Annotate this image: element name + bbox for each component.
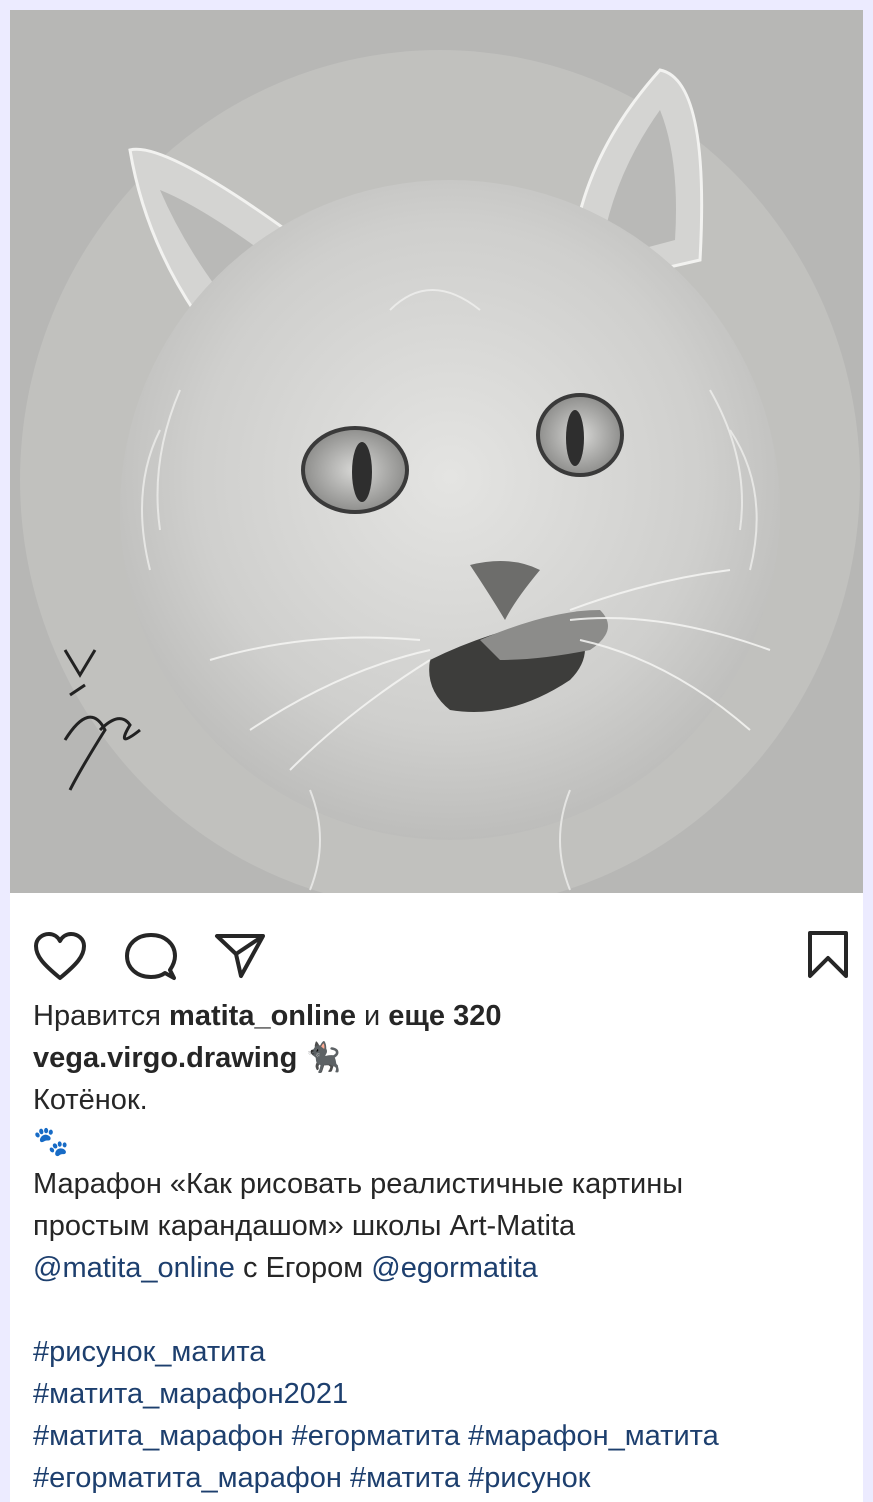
post-card: Нравится matita_online и еще 320 vega.vi…: [10, 10, 863, 1502]
mention-link[interactable]: @egormatita: [371, 1252, 537, 1284]
cat-emoji: 🐈‍⬛: [305, 1042, 342, 1074]
caption-line-1: Марафон «Как рисовать реалистичные карти…: [33, 1168, 684, 1200]
likes-summary: Нравится matita_online и еще 320: [33, 995, 853, 1037]
likes-prefix: Нравится: [33, 1000, 161, 1032]
likes-count-link[interactable]: еще 320: [388, 1000, 501, 1032]
hashtag-link[interactable]: #рисунок_матита: [33, 1336, 265, 1368]
caption-line-2: простым карандашом» школы Art-Matita: [33, 1210, 576, 1242]
hashtag-link[interactable]: #марафон_матита: [468, 1420, 719, 1452]
post-image[interactable]: [10, 10, 863, 893]
caption-title: Котёнок.: [33, 1084, 148, 1116]
bookmark-icon[interactable]: [806, 930, 850, 980]
caption-mentions: @matita_online с Егором @egormatita: [33, 1247, 853, 1289]
hashtag-link[interactable]: #матита: [350, 1462, 460, 1494]
hashtag-line: #матита_марафон #егорматита #марафон_мат…: [33, 1415, 853, 1457]
hashtag-line: #рисунок_матита: [33, 1331, 853, 1373]
post-caption-area: Нравится matita_online и еще 320 vega.vi…: [33, 995, 853, 1499]
hashtag-link[interactable]: #егорматита: [292, 1420, 460, 1452]
hashtag-link[interactable]: #матита_марафон: [33, 1420, 284, 1452]
liked-by-user-link[interactable]: matita_online: [169, 1000, 356, 1032]
hashtag-line: #егорматита_марафон #матита #рисунок: [33, 1457, 853, 1499]
author-username-link[interactable]: vega.virgo.drawing: [33, 1042, 297, 1074]
mention-mid-text: с Егором: [243, 1252, 364, 1284]
hashtag-link[interactable]: #рисунок: [468, 1462, 590, 1494]
heart-icon[interactable]: [33, 932, 87, 982]
send-paper-plane-icon[interactable]: [214, 932, 266, 980]
post-actions-bar: [10, 893, 863, 1003]
hashtag-link[interactable]: #егорматита_марафон: [33, 1462, 342, 1494]
paw-emoji: 🐾: [33, 1126, 70, 1158]
kitten-drawing: [10, 10, 863, 893]
likes-mid: и: [364, 1000, 381, 1032]
mention-link[interactable]: @matita_online: [33, 1252, 235, 1284]
hashtag-line: #матита_марафон2021: [33, 1373, 853, 1415]
author-line: vega.virgo.drawing 🐈‍⬛: [33, 1037, 853, 1079]
hashtag-link[interactable]: #матита_марафон2021: [33, 1378, 348, 1410]
comment-bubble-icon[interactable]: [124, 932, 178, 982]
